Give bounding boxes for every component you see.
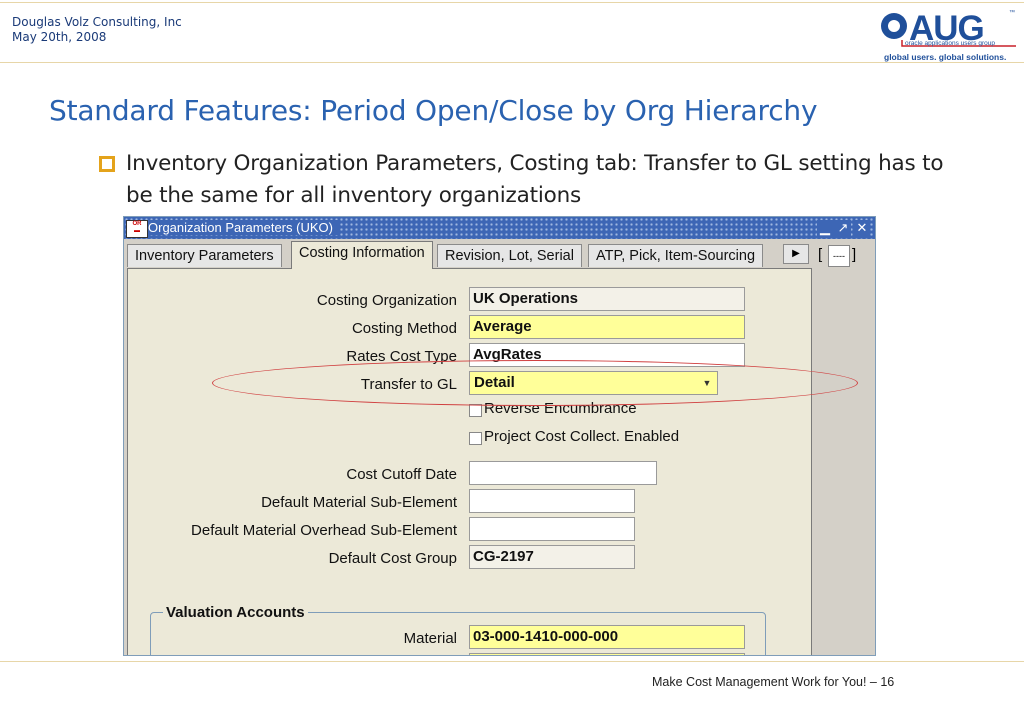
costing-organization-label: Costing Organization	[316, 292, 457, 309]
maximize-icon[interactable]: ↗	[835, 220, 851, 236]
bullet-text: Inventory Organization Parameters, Costi…	[126, 151, 944, 208]
tab-strip: Inventory Parameters Costing Information…	[124, 239, 875, 269]
window-titlebar[interactable]: OR ▬ Organization Parameters (UKO) ▁ ↗ ✕	[124, 217, 875, 239]
oracle-icon: OR ▬	[126, 220, 148, 238]
slide-title: Standard Features: Period Open/Close by …	[49, 94, 818, 127]
valuation-accounts-title: Valuation Accounts	[163, 604, 308, 621]
cost-cutoff-date-label: Cost Cutoff Date	[346, 466, 457, 483]
minimize-icon[interactable]: ▁	[817, 220, 833, 236]
next-account-field[interactable]	[469, 653, 745, 655]
header-top-line	[0, 2, 1024, 3]
footer-line	[0, 661, 1024, 662]
svg-text:global users. global solutions: global users. global solutions.	[884, 52, 1006, 62]
default-material-sub-element-field[interactable]	[469, 489, 635, 513]
material-account-field[interactable]: 03-000-1410-000-000	[469, 625, 745, 649]
costing-organization-field[interactable]: UK Operations	[469, 287, 745, 311]
default-material-overhead-sub-element-label: Default Material Overhead Sub-Element	[191, 522, 457, 539]
cost-cutoff-date-field[interactable]	[469, 461, 657, 485]
tab-revision-lot-serial[interactable]: Revision, Lot, Serial	[437, 244, 582, 267]
tab-costing-information[interactable]: Costing Information	[291, 241, 433, 269]
record-indicator-field: ----	[828, 245, 850, 267]
svg-text:oracle applications users grou: oracle applications users group	[905, 40, 995, 47]
default-cost-group-label: Default Cost Group	[328, 550, 457, 567]
project-cost-collect-label: Project Cost Collect. Enabled	[484, 428, 680, 445]
company-line: Douglas Volz Consulting, Inc	[12, 15, 182, 29]
default-cost-group-field[interactable]: CG-2197	[469, 545, 635, 569]
window-title: Organization Parameters (UKO)	[148, 220, 339, 235]
costing-method-label: Costing Method	[351, 320, 457, 337]
close-icon[interactable]: ✕	[854, 220, 870, 236]
highlight-ellipse	[212, 360, 858, 406]
record-indicator-close: ]	[852, 246, 857, 263]
default-material-overhead-sub-element-field[interactable]	[469, 517, 635, 541]
costing-information-panel: Costing Organization UK Operations Costi…	[127, 268, 812, 655]
reverse-encumbrance-checkbox[interactable]	[469, 404, 482, 417]
costing-method-field[interactable]: Average	[469, 315, 745, 339]
oaug-logo: AUG oracle applications users group glob…	[878, 6, 1020, 64]
project-cost-collect-checkbox[interactable]	[469, 432, 482, 445]
material-account-label: Material	[403, 630, 457, 647]
default-material-sub-element-label: Default Material Sub-Element	[261, 494, 457, 511]
slide-footer: Make Cost Management Work for You! – 16	[652, 675, 895, 689]
organization-parameters-window: OR ▬ Organization Parameters (UKO) ▁ ↗ ✕ …	[123, 216, 876, 656]
tab-scroll-right-icon[interactable]: ▶	[783, 244, 809, 264]
date-line: May 20th, 2008	[12, 30, 107, 44]
header-bottom-line	[0, 62, 1024, 63]
tab-inventory-parameters[interactable]: Inventory Parameters	[127, 244, 282, 267]
tab-atp-pick-item-sourcing[interactable]: ATP, Pick, Item-Sourcing	[588, 244, 764, 267]
bullet-square-icon	[99, 156, 115, 172]
record-indicator-open: [	[818, 246, 823, 263]
svg-text:™: ™	[1009, 9, 1015, 16]
company-name: Douglas Volz Consulting, Inc May 20th, 2…	[12, 15, 182, 45]
